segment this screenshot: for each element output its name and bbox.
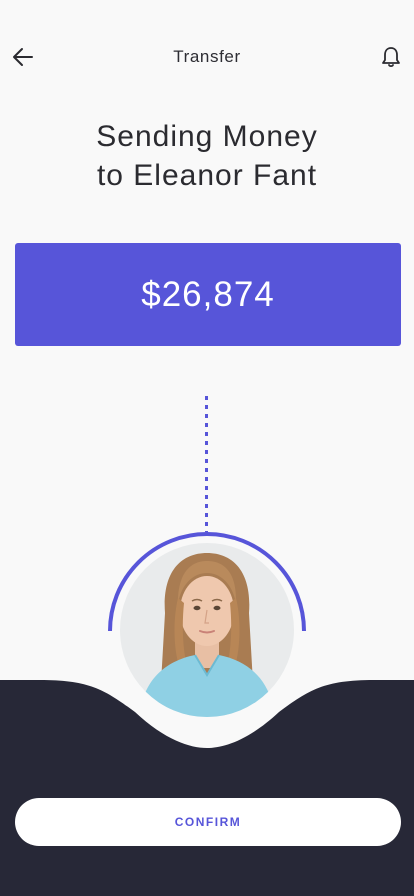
recipient-avatar: [120, 543, 294, 717]
transfer-amount: $26,874: [141, 274, 275, 314]
dotted-connector: [205, 396, 208, 532]
page-title: Transfer: [173, 47, 241, 66]
bell-icon: [382, 47, 400, 68]
headline-line-2: to Eleanor Fant: [96, 159, 318, 192]
headline-line-1: Sending Money: [96, 120, 318, 153]
app-header: Transfer: [0, 0, 414, 116]
confirm-button[interactable]: CONFIRM: [15, 798, 401, 846]
confirm-button-label: CONFIRM: [174, 815, 242, 829]
transfer-headline: Sending Money to Eleanor Fant: [0, 117, 414, 195]
notifications-button[interactable]: [376, 42, 406, 72]
amount-card: $26,874: [15, 243, 401, 346]
